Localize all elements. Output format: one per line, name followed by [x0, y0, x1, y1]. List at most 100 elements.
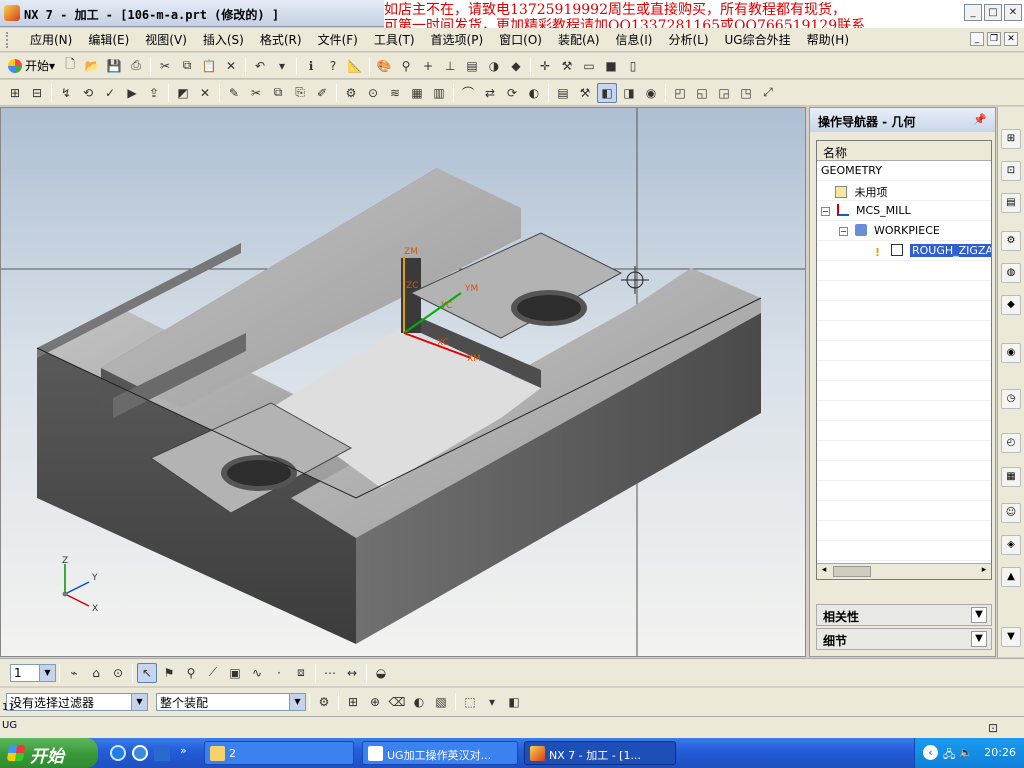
navigator-tree[interactable]: 名称 GEOMETRY 未用项 − MCS_MILL − WORKPIECE !…	[816, 140, 992, 580]
collapse-icon[interactable]: −	[839, 227, 848, 236]
cut-icon[interactable]: ✂	[155, 56, 175, 76]
clock-icon[interactable]: ◴	[1001, 433, 1021, 453]
quick-pick-icon[interactable]: ⋯	[320, 663, 340, 683]
graphics-window[interactable]: ZM ZC YM YC XC XM Z Y X	[0, 107, 806, 657]
menu-view[interactable]: 视图(V)	[137, 31, 195, 48]
snap-point-icon[interactable]: +	[418, 56, 438, 76]
scroll-left-icon[interactable]: ◂	[817, 565, 831, 579]
fit-icon[interactable]: ⤢	[758, 83, 778, 103]
generate-toolpath-icon[interactable]: ↯	[56, 83, 76, 103]
print-icon[interactable]: ⎙	[126, 56, 146, 76]
snap-center-icon[interactable]: ⊙	[108, 663, 128, 683]
menu-format[interactable]: 格式(R)	[252, 31, 310, 48]
measure-distance-icon[interactable]: ↔	[342, 663, 362, 683]
doc-restore-button[interactable]: ❐	[987, 32, 1001, 46]
tree-node-workpiece[interactable]: − WORKPIECE	[817, 221, 991, 241]
undo-icon[interactable]: ↶	[250, 56, 270, 76]
menu-analysis[interactable]: 分析(L)	[660, 31, 716, 48]
contour-op-icon[interactable]: ≋	[385, 83, 405, 103]
view-front-icon[interactable]: ◱	[692, 83, 712, 103]
layer-icon[interactable]: ▤	[462, 56, 482, 76]
visualization-icon[interactable]: ▦	[1001, 467, 1021, 487]
geometry-view-icon[interactable]: ◧	[597, 82, 617, 103]
scroll-thumb[interactable]	[833, 566, 871, 577]
paste-icon[interactable]: 📋	[199, 56, 219, 76]
snap-endpoint-icon[interactable]: ⌁	[64, 663, 84, 683]
dependencies-panel[interactable]: 相关性 ▼	[816, 604, 992, 626]
eraser-icon[interactable]: ⌫	[387, 692, 407, 712]
postprocess-icon[interactable]: ⇪	[144, 83, 164, 103]
selection-scope-select[interactable]: 整个装配 ▼	[156, 693, 306, 711]
tray-back-icon[interactable]: ‹	[923, 745, 938, 760]
cylinder-icon[interactable]: ▯	[623, 56, 643, 76]
face-op-icon[interactable]: ▥	[429, 83, 449, 103]
tool-icon[interactable]: ⚒	[557, 56, 577, 76]
show-hide-icon[interactable]: ◐	[409, 692, 429, 712]
start-menu-button[interactable]: 开始 ▾	[4, 57, 59, 74]
save-icon[interactable]: 💾	[104, 56, 124, 76]
crosshair-icon[interactable]: ✛	[535, 56, 555, 76]
horizontal-scrollbar[interactable]: ◂ ▸	[817, 563, 991, 579]
network-icon[interactable]: 🖧	[943, 746, 955, 765]
tree-node-rough-zigzag[interactable]: ! ROUGH_ZIGZAG	[817, 241, 991, 261]
tree-node-mcs-mill[interactable]: − MCS_MILL	[817, 201, 991, 221]
orient-icon[interactable]: ⚲	[396, 56, 416, 76]
menu-help[interactable]: 帮助(H)	[799, 31, 857, 48]
fit-window-icon[interactable]: ⊡	[983, 718, 1003, 738]
operation-navigator-icon[interactable]: ▤	[1001, 193, 1021, 213]
shade-icon[interactable]: ◉	[641, 83, 661, 103]
method-view-icon[interactable]: ◨	[619, 83, 639, 103]
menu-window[interactable]: 窗口(O)	[491, 31, 550, 48]
copy-op-icon[interactable]: ⧉	[268, 83, 288, 103]
history-icon[interactable]: ◷	[1001, 389, 1021, 409]
tool-view-icon[interactable]: ⚒	[575, 83, 595, 103]
menu-assembly[interactable]: 装配(A)	[550, 31, 608, 48]
view-top-icon[interactable]: ◰	[670, 83, 690, 103]
quicklaunch-expand-icon[interactable]: »	[180, 744, 187, 757]
menu-file[interactable]: 文件(F)	[310, 31, 366, 48]
help-query-icon[interactable]: ?	[323, 56, 343, 76]
simulate-icon[interactable]: ▶	[122, 83, 142, 103]
tree-node-geometry[interactable]: GEOMETRY	[817, 161, 991, 181]
chevron-down-icon[interactable]: ▼	[971, 607, 987, 623]
collapse-icon[interactable]: −	[821, 207, 830, 216]
media-icon[interactable]	[154, 745, 170, 761]
info-icon[interactable]: ℹ	[301, 56, 321, 76]
feed-icon[interactable]: ⇄	[480, 83, 500, 103]
open-folder-icon[interactable]: 📂	[82, 56, 102, 76]
roles-icon[interactable]: ☺	[1001, 503, 1021, 523]
details-panel[interactable]: 细节 ▼	[816, 628, 992, 650]
ie-icon[interactable]	[110, 745, 126, 761]
select-box-icon[interactable]: ⬚	[460, 692, 480, 712]
box-dropdown-icon[interactable]: ▾	[482, 692, 502, 712]
color-palette-icon[interactable]: 🎨	[374, 56, 394, 76]
maximize-button[interactable]: □	[984, 4, 1002, 21]
menu-tools[interactable]: 工具(T)	[366, 31, 423, 48]
select-feature-icon[interactable]: ⚑	[159, 663, 179, 683]
snap-midpoint-icon[interactable]: ⌂	[86, 663, 106, 683]
material-icon[interactable]: ◆	[506, 56, 526, 76]
reuse-library-icon[interactable]: ◍	[1001, 263, 1021, 283]
cube-icon[interactable]: ▧	[431, 692, 451, 712]
view-iso-icon[interactable]: ◳	[736, 83, 756, 103]
verify-icon[interactable]: ✓	[100, 83, 120, 103]
taskbar-item-folder[interactable]: 2	[204, 741, 354, 765]
hd3d-icon[interactable]: ◆	[1001, 295, 1021, 315]
snap-grid-icon[interactable]: ⊞	[343, 692, 363, 712]
column-header-name[interactable]: 名称	[817, 141, 991, 161]
new-file-icon[interactable]: 🗋	[60, 56, 80, 76]
select-curve-icon[interactable]: ∿	[247, 663, 267, 683]
start-button[interactable]: 开始	[0, 738, 98, 768]
pin-icon[interactable]: 📌	[973, 113, 987, 126]
doc-minimize-button[interactable]: _	[970, 32, 984, 46]
dropdown-arrow-icon[interactable]: ▼	[289, 694, 305, 710]
menu-preferences[interactable]: 首选项(P)	[423, 31, 492, 48]
select-face-icon[interactable]: ⚲	[181, 663, 201, 683]
mill-op-icon[interactable]: ⚙	[341, 83, 361, 103]
create-program-icon[interactable]: ⊟	[27, 83, 47, 103]
rename-op-icon[interactable]: ✐	[312, 83, 332, 103]
close-button[interactable]: ✕	[1004, 4, 1022, 21]
taskbar-item-document[interactable]: UG加工操作英汉对...	[362, 741, 518, 765]
edit-op-icon[interactable]: ✎	[224, 83, 244, 103]
assembly-navigator-icon[interactable]: ⊞	[1001, 129, 1021, 149]
